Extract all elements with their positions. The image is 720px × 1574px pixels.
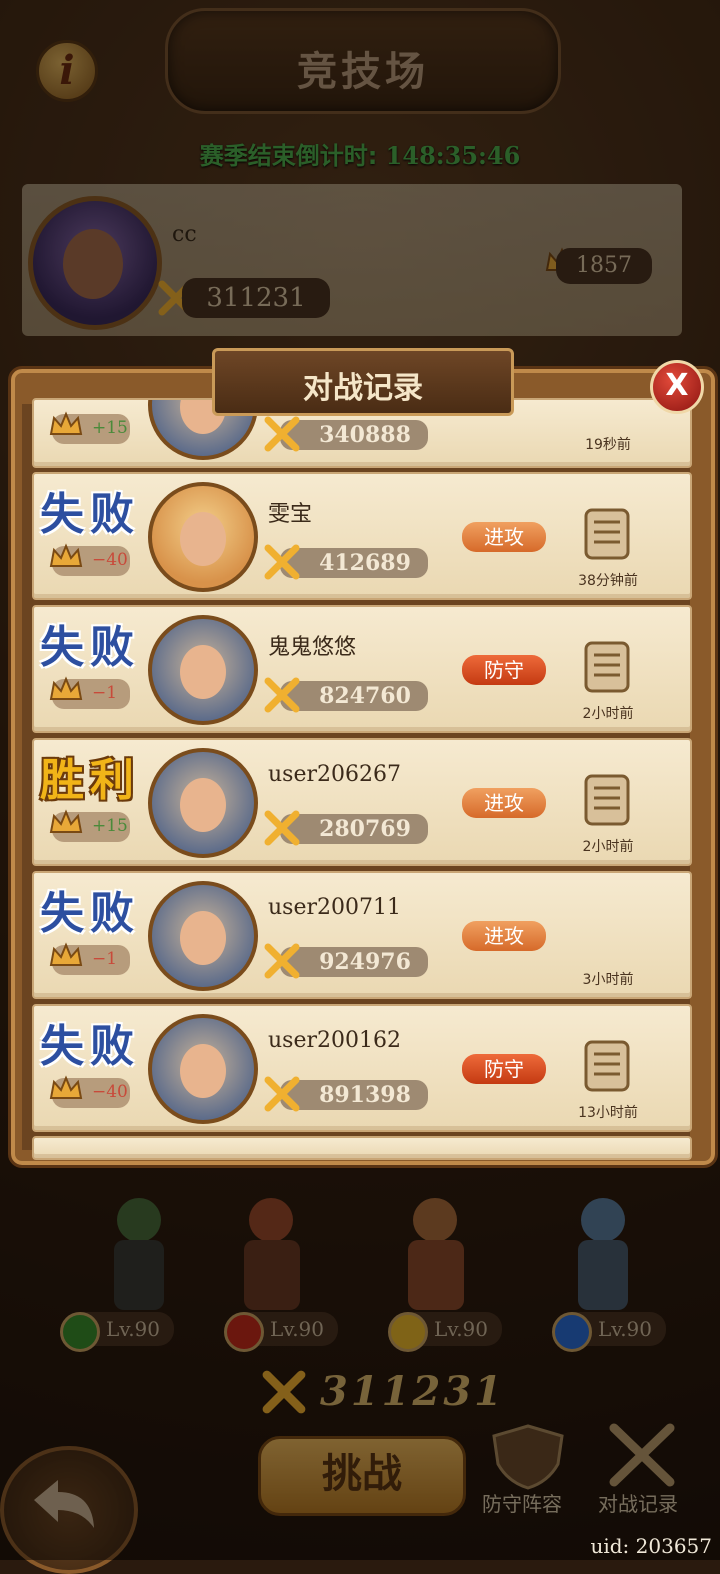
opponent-power: 340888 (319, 422, 411, 448)
battle-result: 失败 (40, 489, 140, 540)
crown-icon (49, 1075, 83, 1099)
rank-delta: −1 (92, 949, 118, 969)
list-item[interactable]: 失败 −40 雯宝 412689 进攻 38分钟前 (32, 472, 692, 600)
opponent-power: 824760 (319, 683, 411, 709)
rank-delta: −1 (92, 683, 118, 703)
opponent-name: 鬼鬼悠悠 (268, 635, 357, 660)
replay-scroll-icon[interactable] (580, 1036, 634, 1096)
time-ago: 2小时前 (582, 706, 634, 722)
opponent-power: 280769 (319, 816, 411, 842)
opponent-avatar[interactable] (148, 1014, 258, 1124)
time-ago: 3小时前 (582, 972, 634, 988)
battle-result: 失败 (40, 888, 140, 939)
rank-delta: −40 (92, 550, 128, 570)
crown-icon (49, 411, 83, 435)
dialog-title-plate: 对战记录 (212, 348, 514, 416)
battle-type-tag: 防守 (462, 655, 546, 685)
time-ago: 13小时前 (578, 1105, 638, 1121)
list-item[interactable]: 失败 −1 user200711 924976 进攻 3小时前 (32, 871, 692, 999)
battle-type-tag: 进攻 (462, 522, 546, 552)
crown-icon (49, 676, 83, 700)
close-button[interactable]: X (650, 360, 704, 414)
opponent-power: 412689 (319, 550, 411, 576)
rank-delta: −40 (92, 1082, 128, 1102)
battle-result: 失败 (40, 622, 140, 673)
opponent-name: user200711 (268, 895, 401, 920)
list-item[interactable]: 胜利 +15 user206267 280769 进攻 2小时前 (32, 738, 692, 866)
list-item[interactable]: 失败 −40 user200162 891398 防守 13小时前 (32, 1004, 692, 1132)
dialog-title: 对战记录 (303, 371, 423, 406)
crown-icon (49, 942, 83, 966)
list-item[interactable]: 失败 −1 鬼鬼悠悠 824760 防守 2小时前 (32, 605, 692, 733)
opponent-avatar[interactable] (148, 748, 258, 858)
replay-scroll-icon[interactable] (580, 504, 634, 564)
rank-delta: +15 (92, 418, 128, 438)
opponent-name: user206267 (268, 762, 401, 787)
opponent-avatar[interactable] (148, 482, 258, 592)
opponent-avatar[interactable] (148, 881, 258, 991)
crown-icon (49, 543, 83, 567)
crown-icon (49, 809, 83, 833)
replay-scroll-icon[interactable] (580, 637, 634, 697)
battle-type-tag: 进攻 (462, 788, 546, 818)
list-item-partial[interactable] (32, 1136, 692, 1160)
battle-result: 胜利 (40, 755, 140, 806)
opponent-power: 924976 (319, 949, 411, 975)
opponent-name: 雯宝 (268, 502, 313, 527)
time-ago: 2小时前 (582, 839, 634, 855)
battle-result: 失败 (40, 1021, 140, 1072)
battle-type-tag: 防守 (462, 1054, 546, 1084)
rank-delta: +15 (92, 816, 128, 836)
battle-type-tag: 进攻 (462, 921, 546, 951)
opponent-avatar[interactable] (148, 615, 258, 725)
opponent-name: user200162 (268, 1028, 401, 1053)
time-ago: 19秒前 (585, 437, 631, 453)
replay-scroll-icon[interactable] (580, 770, 634, 830)
time-ago: 38分钟前 (578, 573, 638, 589)
user-id: uid: 203657 (590, 1534, 712, 1558)
opponent-power: 891398 (319, 1082, 411, 1108)
